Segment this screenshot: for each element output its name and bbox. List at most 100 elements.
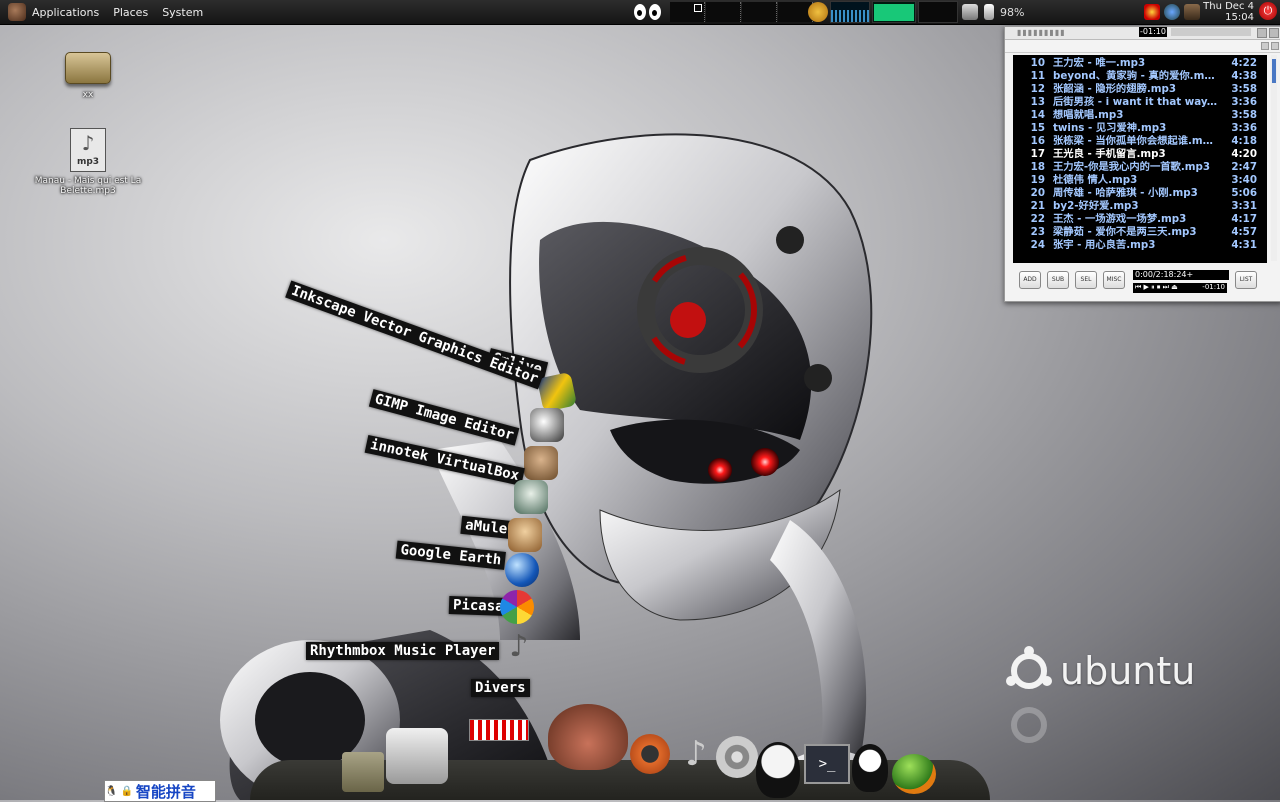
track-number: 23	[1030, 226, 1045, 238]
player-subbar	[1005, 40, 1280, 53]
playlist[interactable]: 10 王力宏 - 唯一.mp3 4:22 11 beyond、黄家驹 - 真的爱你.mp…	[1013, 55, 1277, 263]
playlist-row[interactable]: 22 王杰 - 一场游戏一场梦.mp3 4:17	[1013, 213, 1267, 226]
track-duration: 4:18	[1231, 135, 1257, 147]
memory-graph[interactable]	[918, 1, 958, 23]
track-title: 张栋梁 - 当你孤单你会想起谁.mp3	[1053, 135, 1217, 147]
playlist-row[interactable]: 18 王力宏-你是我心内的一首歌.mp3 2:47	[1013, 161, 1267, 174]
track-title: 王光良 - 手机留言.mp3	[1053, 148, 1166, 160]
ubuntu-reflection-icon	[1011, 707, 1047, 743]
amule-icon[interactable]	[508, 518, 542, 552]
power-plug-icon[interactable]	[984, 4, 994, 20]
track-number: 18	[1030, 161, 1045, 173]
main-menu-avatar-icon[interactable]	[8, 3, 26, 21]
gmlive-icon[interactable]	[536, 371, 578, 413]
inkscape-icon[interactable]	[530, 408, 564, 442]
workspace-3[interactable]	[742, 2, 777, 22]
music-note-icon[interactable]: ♪	[678, 732, 714, 776]
playlist-row[interactable]: 11 beyond、黄家驹 - 真的爱你.mp3 4:38	[1013, 70, 1267, 83]
menu-places[interactable]: Places	[113, 6, 148, 19]
titlebar-controls[interactable]	[1171, 28, 1251, 36]
audio-player-window: ▮▮▮▮▮▮▮▮▮ -01:10 10 王力宏 - 唯一.mp3 4:22 11 bey…	[1004, 26, 1280, 302]
playlist-misc-button[interactable]: MISC	[1103, 271, 1125, 289]
user-avatar-icon[interactable]	[1184, 4, 1200, 20]
network-ball-icon[interactable]	[892, 754, 936, 794]
film-reel-icon[interactable]	[716, 736, 758, 778]
playlist-row[interactable]: 23 梁静茹 - 爱你不是两三天.mp3 4:57	[1013, 226, 1267, 239]
playlist-row[interactable]: 19 杜德伟 情人.mp3 3:40	[1013, 174, 1267, 187]
player-titlebar[interactable]: ▮▮▮▮▮▮▮▮▮ -01:10	[1005, 27, 1280, 40]
network-globe-icon[interactable]	[1164, 4, 1180, 20]
input-method-indicator[interactable]: 🐧 🔒 智能拼音	[104, 780, 216, 802]
playlist-row[interactable]: 10 王力宏 - 唯一.mp3 4:22	[1013, 57, 1267, 70]
qq-tray-icon[interactable]	[1144, 4, 1160, 20]
playlist-row[interactable]: 13 后街男孩 - i want it that way.mp3 3:36	[1013, 96, 1267, 109]
cpu-graph[interactable]	[872, 1, 916, 23]
shutdown-icon[interactable]: ⏻	[1259, 2, 1277, 20]
virtualbox-icon[interactable]	[514, 480, 548, 514]
google-earth-icon[interactable]	[505, 553, 539, 587]
playlist-sub-button[interactable]: SUB	[1047, 271, 1069, 289]
trash-applet-icon[interactable]	[962, 4, 978, 20]
qq-penguin-icon[interactable]	[852, 744, 888, 792]
desktop-icon-drive[interactable]: xx	[18, 52, 158, 100]
track-title: 梁静茹 - 爱你不是两三天.mp3	[1053, 226, 1197, 238]
playlist-scrollbar[interactable]	[1271, 55, 1277, 261]
playlist-row[interactable]: 20 周传雄 - 哈萨雅琪 - 小刚.mp3 5:06	[1013, 187, 1267, 200]
file-manager-icon[interactable]	[342, 752, 384, 792]
clock[interactable]: Thu Dec 4 15:04	[1203, 1, 1254, 23]
stack-icon[interactable]	[468, 700, 530, 760]
workspace-2[interactable]	[706, 2, 741, 22]
playlist-row[interactable]: 16 张栋梁 - 当你孤单你会想起谁.mp3 4:18	[1013, 135, 1267, 148]
picasa-icon[interactable]	[500, 590, 534, 624]
playlist-add-button[interactable]: ADD	[1019, 271, 1041, 289]
top-panel: Applications Places System 98% Thu Dec 4…	[0, 0, 1280, 25]
track-duration: 4:38	[1231, 70, 1257, 82]
track-number: 19	[1030, 174, 1045, 186]
track-title: 王力宏 - 唯一.mp3	[1053, 57, 1146, 69]
menu-applications[interactable]: Applications	[32, 6, 99, 19]
track-number: 12	[1030, 83, 1045, 95]
system-tools-icon[interactable]	[386, 728, 448, 784]
status-icons	[1144, 0, 1200, 24]
track-duration: 4:20	[1231, 148, 1257, 160]
firefox-fox-icon[interactable]	[548, 704, 628, 770]
gimp-icon[interactable]	[524, 446, 558, 480]
ime-tux-icon: 🐧	[105, 785, 118, 797]
stack-item-rhythmbox-label[interactable]: Rhythmbox Music Player	[306, 642, 500, 660]
track-title: 张宇 - 用心良苦.mp3	[1053, 239, 1156, 251]
track-number: 24	[1030, 239, 1045, 251]
clock-time: 15:04	[1225, 12, 1254, 23]
playlist-row[interactable]: 15 twins - 见习爱神.mp3 3:36	[1013, 122, 1267, 135]
right-eye-icon	[649, 4, 661, 20]
track-duration: 4:22	[1231, 57, 1257, 69]
playlist-list-button[interactable]: LIST	[1235, 271, 1257, 289]
playlist-time-display: 0:00/2:18:24+	[1133, 270, 1229, 280]
rhythmbox-icon[interactable]: ♪	[502, 630, 536, 664]
playlist-close-button[interactable]	[1271, 42, 1279, 50]
transport-buttons[interactable]: ⏮ ▶ ⏸ ⏹ ⏭ ⏏	[1133, 283, 1178, 291]
shade-button[interactable]	[1257, 28, 1267, 38]
track-title: 张韶涵 - 隐形的翅膀.mp3	[1053, 83, 1176, 95]
track-duration: 3:36	[1231, 122, 1257, 134]
playlist-sel-button[interactable]: SEL	[1075, 271, 1097, 289]
playlist-row[interactable]: 21 by2-好好爱.mp3 3:31	[1013, 200, 1267, 213]
desktop-icon-mp3[interactable]: mp3 Manau - Mais qui est La Belette.mp3	[18, 128, 158, 196]
close-button[interactable]	[1269, 28, 1279, 38]
playlist-transport-controls[interactable]: ⏮ ▶ ⏸ ⏹ ⏭ ⏏ -01:10	[1133, 283, 1227, 293]
menu-system[interactable]: System	[162, 6, 203, 19]
playlist-shade-button[interactable]	[1261, 42, 1269, 50]
stack-item-divers-label[interactable]: Divers	[471, 679, 530, 697]
disc-burner-icon[interactable]	[630, 734, 670, 774]
network-graph[interactable]	[830, 1, 870, 23]
playlist-row[interactable]: 24 张宇 - 用心良苦.mp3 4:31	[1013, 239, 1267, 252]
ubuntu-wordmark: ubuntu	[1060, 649, 1196, 693]
workspace-1[interactable]	[670, 2, 705, 22]
playlist-row[interactable]: 12 张韶涵 - 隐形的翅膀.mp3 3:58	[1013, 83, 1267, 96]
weather-face-icon[interactable]	[808, 2, 828, 22]
ubuntu-logo: ubuntu	[1004, 646, 1195, 696]
terminal-icon[interactable]: >_	[804, 744, 850, 784]
tux-emoticon-icon[interactable]	[756, 742, 800, 798]
playlist-row[interactable]: 14 想唱就唱.mp3 3:58	[1013, 109, 1267, 122]
playlist-row[interactable]: 17 王光良 - 手机留言.mp3 4:20	[1013, 148, 1267, 161]
left-eye-icon	[634, 4, 646, 20]
